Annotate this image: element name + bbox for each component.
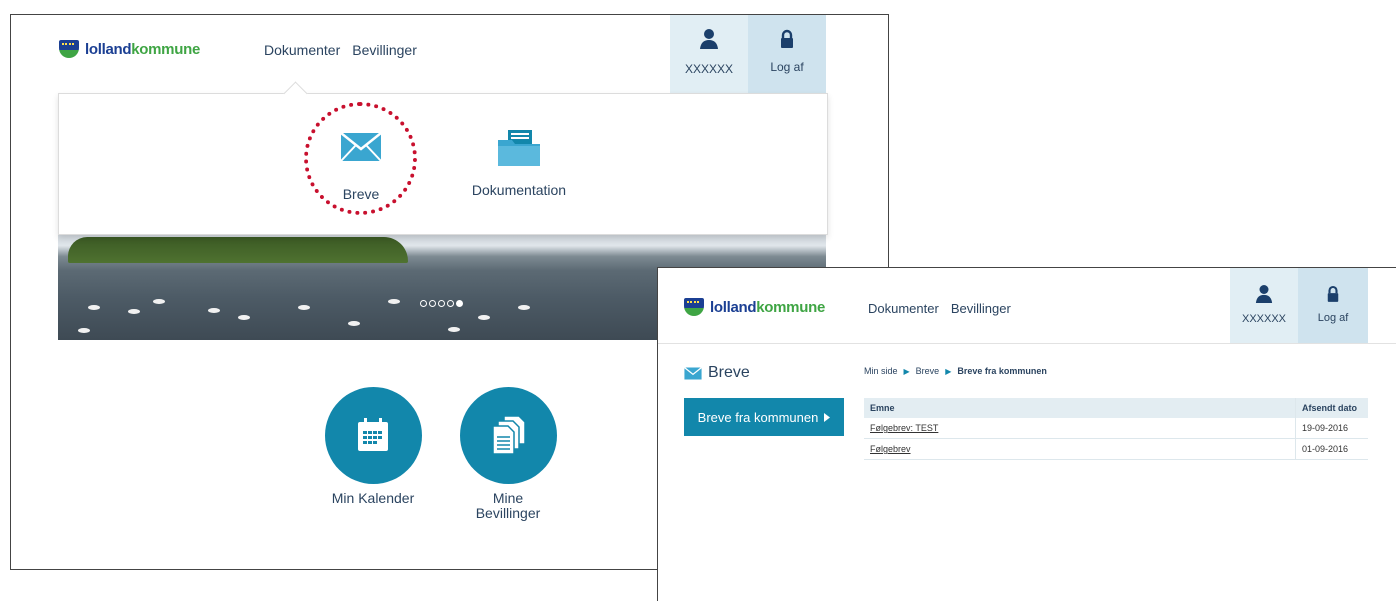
lock-icon — [781, 29, 793, 48]
calendar-icon — [358, 418, 388, 451]
main-nav: Dokumenter Bevillinger — [264, 42, 417, 58]
carousel-dot[interactable] — [420, 300, 427, 307]
nav-documents[interactable]: Dokumenter — [868, 301, 939, 316]
envelope-icon — [340, 132, 382, 162]
documents-dropdown: Breve Dokumentation — [58, 81, 828, 235]
folder-icon — [498, 130, 540, 166]
documents-icon — [492, 415, 526, 455]
user-icon — [1255, 285, 1273, 303]
letters-from-municipality-button[interactable]: Breve fra kommunen — [684, 398, 844, 436]
logo[interactable]: lollandkommune — [684, 298, 825, 316]
lock-icon — [1327, 285, 1339, 302]
grants-tile[interactable] — [460, 387, 557, 484]
logo[interactable]: lollandkommune — [59, 40, 200, 58]
chevron-right-icon — [824, 412, 831, 422]
breadcrumb-current: Breve fra kommunen — [957, 366, 1047, 376]
letter-date: 19-09-2016 — [1295, 418, 1368, 439]
dropdown-item-documentation[interactable]: Dokumentation — [459, 128, 579, 198]
carousel-dots — [420, 300, 463, 307]
dropdown-item-letters[interactable]: Breve — [321, 132, 401, 202]
header-divider — [658, 343, 1396, 344]
main-nav: Dokumenter Bevillinger — [868, 301, 1011, 316]
letters-window: lollandkommune Dokumenter Bevillinger XX… — [657, 267, 1396, 601]
letter-subject-link[interactable]: Følgebrev — [864, 438, 1296, 460]
dropdown-caret — [283, 81, 308, 106]
table-row[interactable]: Følgebrev: TEST 19-09-2016 — [864, 418, 1368, 439]
user-name: XXXXXX — [1241, 313, 1287, 325]
column-subject[interactable]: Emne — [864, 398, 1296, 418]
dropdown-item-letters-label: Breve — [342, 186, 380, 202]
letters-heading: Breve — [684, 364, 750, 382]
calendar-tile[interactable] — [325, 387, 422, 484]
logout-label: Log af — [1317, 312, 1349, 324]
nav-documents[interactable]: Dokumenter — [264, 42, 340, 58]
column-sent-date[interactable]: Afsendt dato — [1295, 398, 1368, 418]
breadcrumb: Min side ▶ Breve ▶ Breve fra kommunen — [864, 366, 1047, 376]
letter-subject-link[interactable]: Følgebrev: TEST — [864, 418, 1296, 439]
calendar-tile-label[interactable]: Min Kalender — [303, 491, 443, 506]
user-name: XXXXXX — [684, 62, 734, 76]
breadcrumb-letters[interactable]: Breve — [916, 366, 940, 376]
letter-date: 01-09-2016 — [1295, 438, 1368, 460]
envelope-icon — [684, 366, 702, 379]
grants-tile-label[interactable]: Mine Bevillinger — [438, 491, 578, 521]
chevron-right-icon: ▶ — [945, 366, 952, 376]
table-header-row: Emne Afsendt dato — [864, 398, 1368, 418]
logout-button[interactable]: Log af — [748, 15, 826, 93]
logout-button[interactable]: Log af — [1298, 268, 1368, 343]
user-icon — [700, 29, 718, 49]
carousel-dot[interactable] — [438, 300, 445, 307]
user-button[interactable]: XXXXXX — [670, 15, 748, 93]
carousel-dot-active[interactable] — [456, 300, 463, 307]
nav-grants[interactable]: Bevillinger — [352, 42, 417, 58]
user-button[interactable]: XXXXXX — [1230, 268, 1298, 343]
logo-mark-icon — [684, 298, 704, 316]
nav-grants[interactable]: Bevillinger — [951, 301, 1011, 316]
logout-label: Log af — [770, 60, 804, 74]
logo-mark-icon — [59, 40, 79, 58]
letters-table: Emne Afsendt dato Følgebrev: TEST 19-09-… — [864, 398, 1368, 460]
carousel-dot[interactable] — [429, 300, 436, 307]
table-row[interactable]: Følgebrev 01-09-2016 — [864, 438, 1368, 460]
letters-heading-text: Breve — [708, 364, 750, 381]
banner-trees — [68, 237, 408, 263]
breadcrumb-my-page[interactable]: Min side — [864, 366, 898, 376]
carousel-dot[interactable] — [447, 300, 454, 307]
dropdown-item-documentation-label: Dokumentation — [471, 182, 567, 198]
chevron-right-icon: ▶ — [903, 366, 910, 376]
